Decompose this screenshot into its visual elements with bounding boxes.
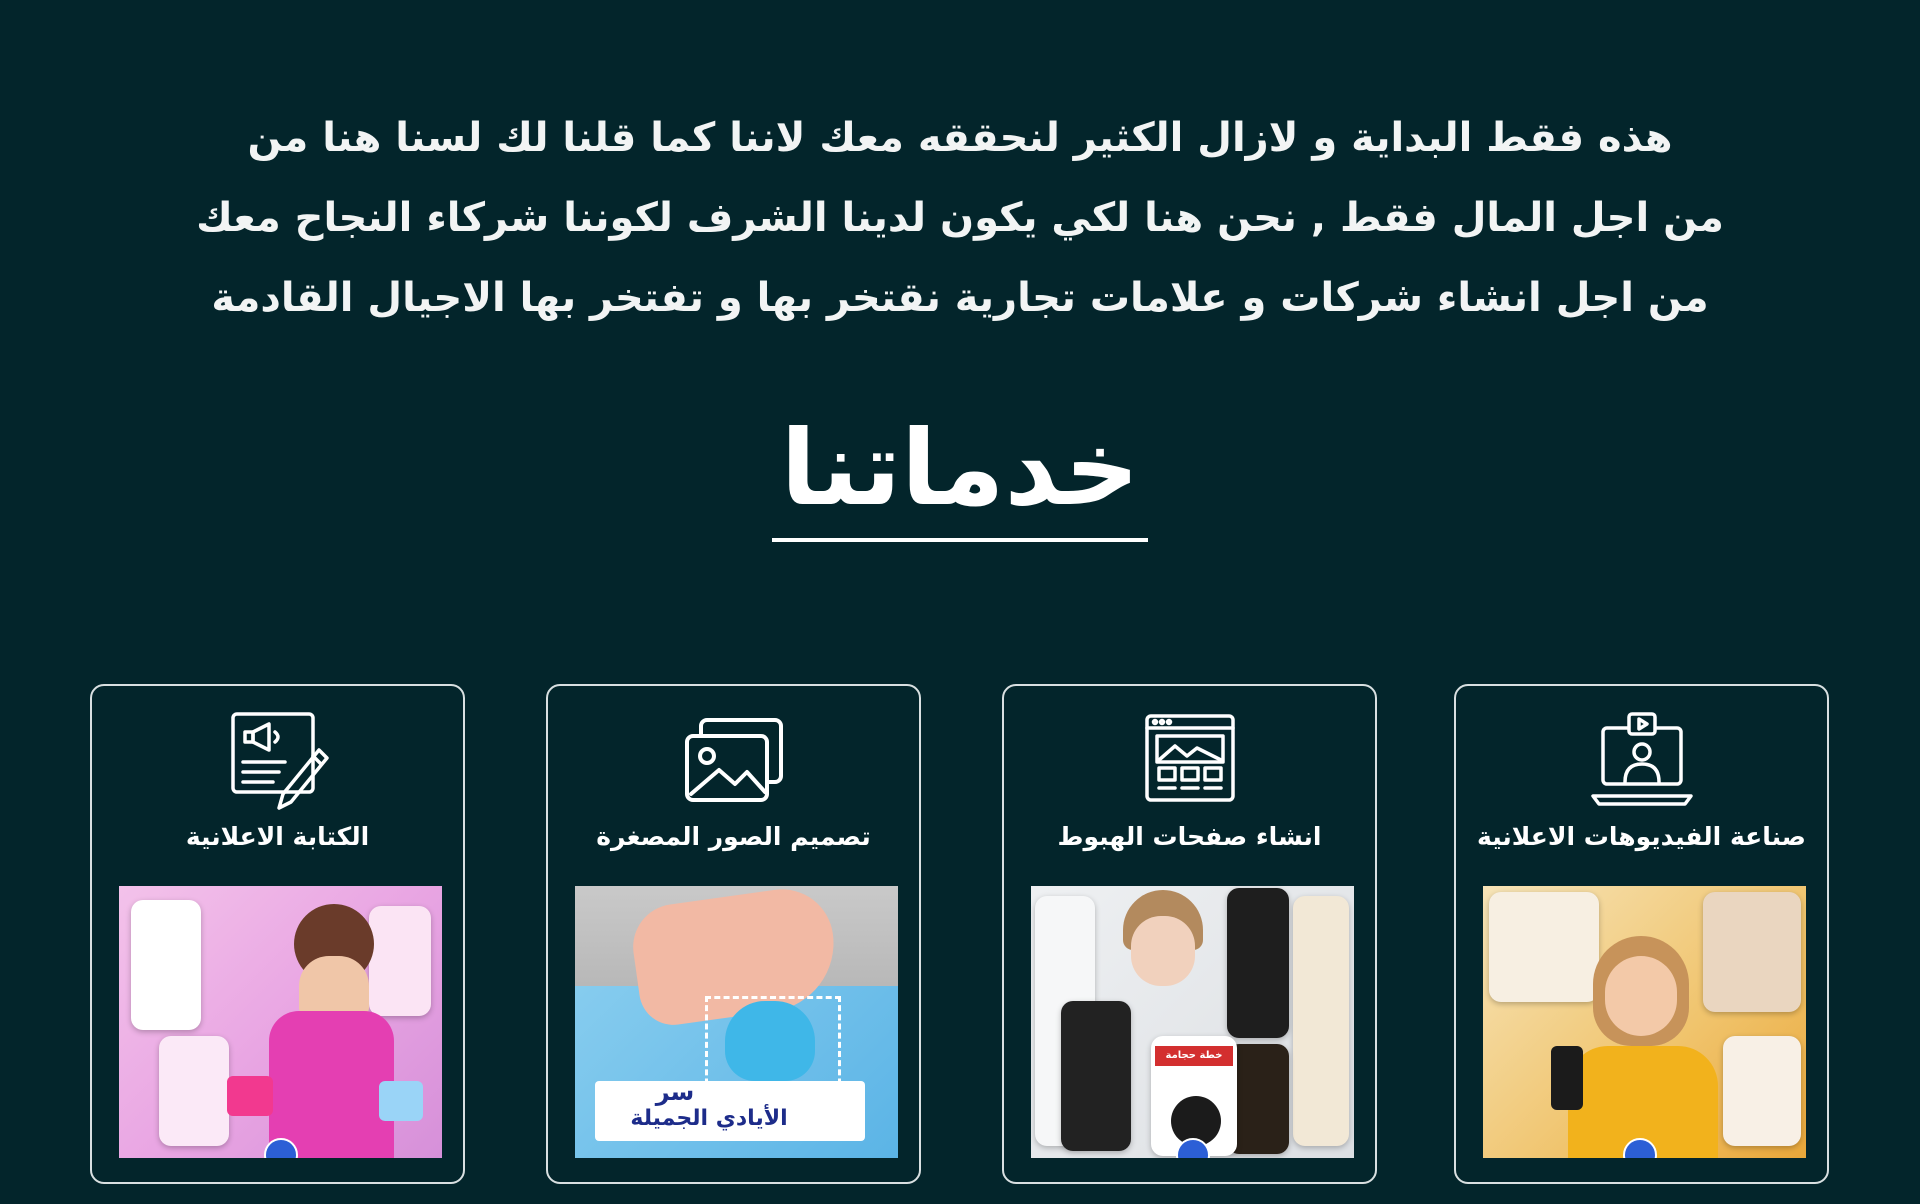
service-title: صناعة الفيديوهات الاعلانية bbox=[1477, 822, 1806, 851]
intro-line-3: من اجل انشاء شركات و علامات تجارية نقتخر… bbox=[211, 275, 1709, 321]
laptop-video-icon bbox=[1587, 710, 1697, 810]
service-card-ad-writing[interactable]: الكتابة الاعلانية bbox=[90, 684, 465, 1184]
service-card-thumbnails[interactable]: تصميم الصور المصغرة سر الأيادي الجميلة bbox=[546, 684, 921, 1184]
service-thumbnail: خطة حجامة ذاتية bbox=[1031, 886, 1354, 1158]
thumbnail-text-1: سر bbox=[655, 1078, 695, 1106]
service-title: انشاء صفحات الهبوط bbox=[1057, 822, 1322, 851]
intro-line-1: هذه فقط البداية و لازال الكثير لنحققه مع… bbox=[247, 115, 1673, 161]
service-card-ad-videos[interactable]: صناعة الفيديوهات الاعلانية bbox=[1454, 684, 1829, 1184]
image-gallery-icon bbox=[679, 710, 789, 810]
service-title: تصميم الصور المصغرة bbox=[596, 822, 871, 851]
intro-text: هذه فقط البداية و لازال الكثير لنحققه مع… bbox=[0, 98, 1920, 338]
service-thumbnail bbox=[1483, 886, 1806, 1158]
document-pen-megaphone-icon bbox=[223, 710, 333, 810]
intro-line-2: من اجل المال فقط , نحن هنا لكي يكون لدين… bbox=[196, 195, 1724, 241]
services-heading: خدماتنا bbox=[772, 408, 1148, 542]
thumbnail-banner: خطة حجامة ذاتية bbox=[1155, 1046, 1233, 1081]
service-thumbnail bbox=[119, 886, 442, 1158]
service-title: الكتابة الاعلانية bbox=[185, 822, 370, 851]
services-cards: الكتابة الاعلانية تصميم الصور المصغرة سر… bbox=[90, 684, 1834, 1184]
services-heading-wrap: خدماتنا bbox=[0, 408, 1920, 542]
service-thumbnail: سر الأيادي الجميلة bbox=[575, 886, 898, 1158]
thumbnail-text-2: الأيادي الجميلة bbox=[630, 1106, 788, 1131]
service-card-landing-pages[interactable]: انشاء صفحات الهبوط خطة حجامة ذاتية bbox=[1002, 684, 1377, 1184]
landing-page-window-icon bbox=[1135, 710, 1245, 810]
